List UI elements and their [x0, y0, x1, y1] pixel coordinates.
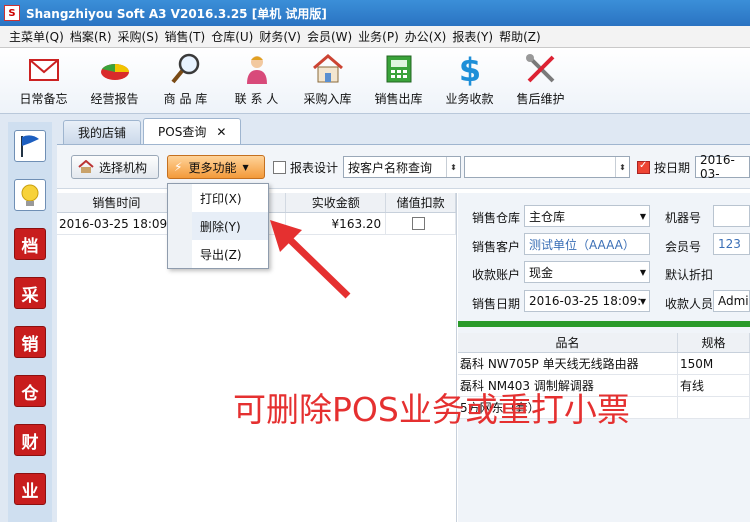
item-row[interactable]: 磊科 NW705P 单天线无线路由器 150M	[458, 353, 750, 375]
machine-input[interactable]	[713, 205, 750, 227]
purchase-stamp-icon[interactable]: 采	[14, 277, 46, 309]
sales-stamp-icon[interactable]: 销	[14, 326, 46, 358]
menu-office[interactable]: 办公(X)	[402, 28, 450, 45]
chevron-down-icon: ▼	[242, 162, 249, 172]
label-customer: 销售客户	[472, 240, 521, 254]
toolbar-sales-out-button[interactable]: 销售出库	[363, 52, 434, 107]
report-design-checkbox[interactable]: 报表设计	[273, 159, 338, 176]
app-logo-icon: S	[4, 5, 20, 21]
label-account: 收款账户	[472, 268, 521, 282]
main-toolbar: 日常备忘 经营报告 商 品 库 联 系 人 采购入库 销售出库 $ 业务收款 售…	[0, 48, 750, 114]
toolbar-service-button[interactable]: 售后维护	[505, 52, 576, 107]
pie-chart-icon	[100, 63, 129, 80]
label-cashier: 收款人员	[665, 297, 714, 311]
chevron-down-icon: ▼	[639, 297, 646, 306]
left-sidebar: 档 采 销 仓 财 业	[8, 122, 52, 522]
filter-bar: 选择机构 ⚡ 更多功能 ▼ 报表设计 按客户名称查询 ⬍ ⬍ 按日期 2016-…	[57, 145, 750, 189]
menu-member[interactable]: 会员(W)	[304, 28, 355, 45]
label-warehouse: 销售仓库	[472, 211, 521, 225]
detail-panel: 销售仓库 主仓库 ▼ 机器号 销售客户 测试单位（AAAA） 会员号 123 收款…	[458, 193, 750, 522]
lightbulb-icon[interactable]	[14, 179, 46, 211]
magnifier-icon	[170, 53, 199, 84]
menu-sales[interactable]: 销售(T)	[162, 28, 209, 45]
document-tabs: 我的店铺 POS查询 ✕	[57, 118, 750, 144]
warehouse-select[interactable]: 主仓库 ▼	[524, 205, 650, 227]
toolbar-receipt-button[interactable]: $ 业务收款	[434, 52, 505, 107]
menu-item-export[interactable]: 导出(Z)	[168, 240, 268, 268]
window-title: Shangzhiyou Soft A3 V2016.3.25 [单机 试用版]	[26, 6, 327, 21]
col-sale-time[interactable]: 销售时间	[57, 193, 177, 212]
annotation-text: 可删除POS业务或重打小票	[233, 390, 630, 429]
cash-register-icon	[386, 55, 411, 83]
warehouse-stamp-icon[interactable]: 仓	[14, 375, 46, 407]
select-org-button[interactable]: 选择机构	[71, 155, 159, 179]
by-date-checkbox[interactable]: 按日期	[637, 159, 690, 176]
tools-icon	[525, 54, 554, 83]
dollar-icon: $	[458, 52, 480, 86]
menu-main[interactable]: 主菜单(Q)	[6, 28, 67, 45]
tab-my-store[interactable]: 我的店铺	[63, 120, 142, 144]
toolbar-contacts-button[interactable]: 联 系 人	[221, 52, 292, 107]
finance-stamp-icon[interactable]: 财	[14, 424, 46, 456]
account-select[interactable]: 现金 ▼	[524, 261, 650, 283]
toolbar-report-button[interactable]: 经营报告	[79, 52, 150, 107]
pos-query-panel: 选择机构 ⚡ 更多功能 ▼ 报表设计 按客户名称查询 ⬍ ⬍ 按日期 2016-…	[57, 144, 750, 522]
spin-icon: ⬍	[446, 157, 460, 177]
toolbar-purchase-in-button[interactable]: 采购入库	[292, 52, 363, 107]
svg-text:$: $	[458, 52, 480, 86]
title-bar: S Shangzhiyou Soft A3 V2016.3.25 [单机 试用版…	[0, 0, 750, 26]
menu-item-delete[interactable]: 删除(Y)	[168, 212, 268, 240]
archive-stamp-icon[interactable]: 档	[14, 228, 46, 260]
menu-bar: 主菜单(Q) 档案(R) 采购(S) 销售(T) 仓库(U) 财务(V) 会员(…	[0, 26, 750, 48]
cashier-field[interactable]: Admi	[713, 290, 750, 312]
close-tab-icon[interactable]: ✕	[216, 125, 226, 139]
menu-warehouse[interactable]: 仓库(U)	[208, 28, 256, 45]
menu-business[interactable]: 业务(P)	[355, 28, 402, 45]
col-item-name[interactable]: 品名	[458, 333, 678, 352]
section-divider	[458, 321, 750, 327]
toolbar-goods-button[interactable]: 商 品 库	[150, 52, 221, 107]
spin-icon: ⬍	[615, 157, 629, 177]
menu-report[interactable]: 报表(Y)	[449, 28, 496, 45]
sale-date-field[interactable]: 2016-03-25 18:09: ▼	[524, 290, 650, 312]
label-date: 销售日期	[472, 297, 521, 311]
stored-value-checkbox[interactable]	[412, 217, 426, 230]
menu-archive[interactable]: 档案(R)	[67, 28, 115, 45]
label-machine: 机器号	[665, 211, 702, 225]
label-discount: 默认折扣	[665, 268, 714, 282]
toolbar-memo-button[interactable]: 日常备忘	[8, 52, 79, 107]
menu-purchase[interactable]: 采购(S)	[115, 28, 162, 45]
business-stamp-icon[interactable]: 业	[14, 473, 46, 505]
more-functions-dropdown: 打印(X) 删除(Y) 导出(Z)	[167, 183, 269, 269]
house-icon	[312, 54, 343, 83]
items-header: 品名 规格	[458, 333, 750, 353]
envelope-icon	[28, 59, 59, 81]
more-functions-button[interactable]: ⚡ 更多功能 ▼	[167, 155, 265, 179]
col-stored-value[interactable]: 储值扣款	[386, 193, 456, 212]
customer-field[interactable]: 测试单位（AAAA）	[524, 233, 650, 255]
col-spec[interactable]: 规格	[678, 333, 750, 352]
menu-item-print[interactable]: 打印(X)	[168, 184, 268, 212]
chevron-down-icon: ▼	[639, 268, 646, 277]
flag-icon[interactable]	[14, 130, 46, 162]
lightning-icon: ⚡	[174, 160, 183, 174]
annotation-arrow-icon	[270, 220, 351, 299]
person-icon	[246, 56, 267, 84]
query-mode-select[interactable]: 按客户名称查询 ⬍	[343, 156, 461, 178]
chevron-down-icon: ▼	[639, 212, 646, 221]
menu-finance[interactable]: 财务(V)	[256, 28, 304, 45]
label-member-no: 会员号	[665, 240, 702, 254]
date-input[interactable]: 2016-03-	[695, 153, 750, 181]
building-icon	[78, 160, 94, 173]
menu-help[interactable]: 帮助(Z)	[496, 28, 544, 45]
member-no-field[interactable]: 123	[713, 233, 750, 255]
query-value-input[interactable]: ⬍	[464, 156, 630, 178]
tab-pos-query[interactable]: POS查询 ✕	[143, 118, 242, 144]
